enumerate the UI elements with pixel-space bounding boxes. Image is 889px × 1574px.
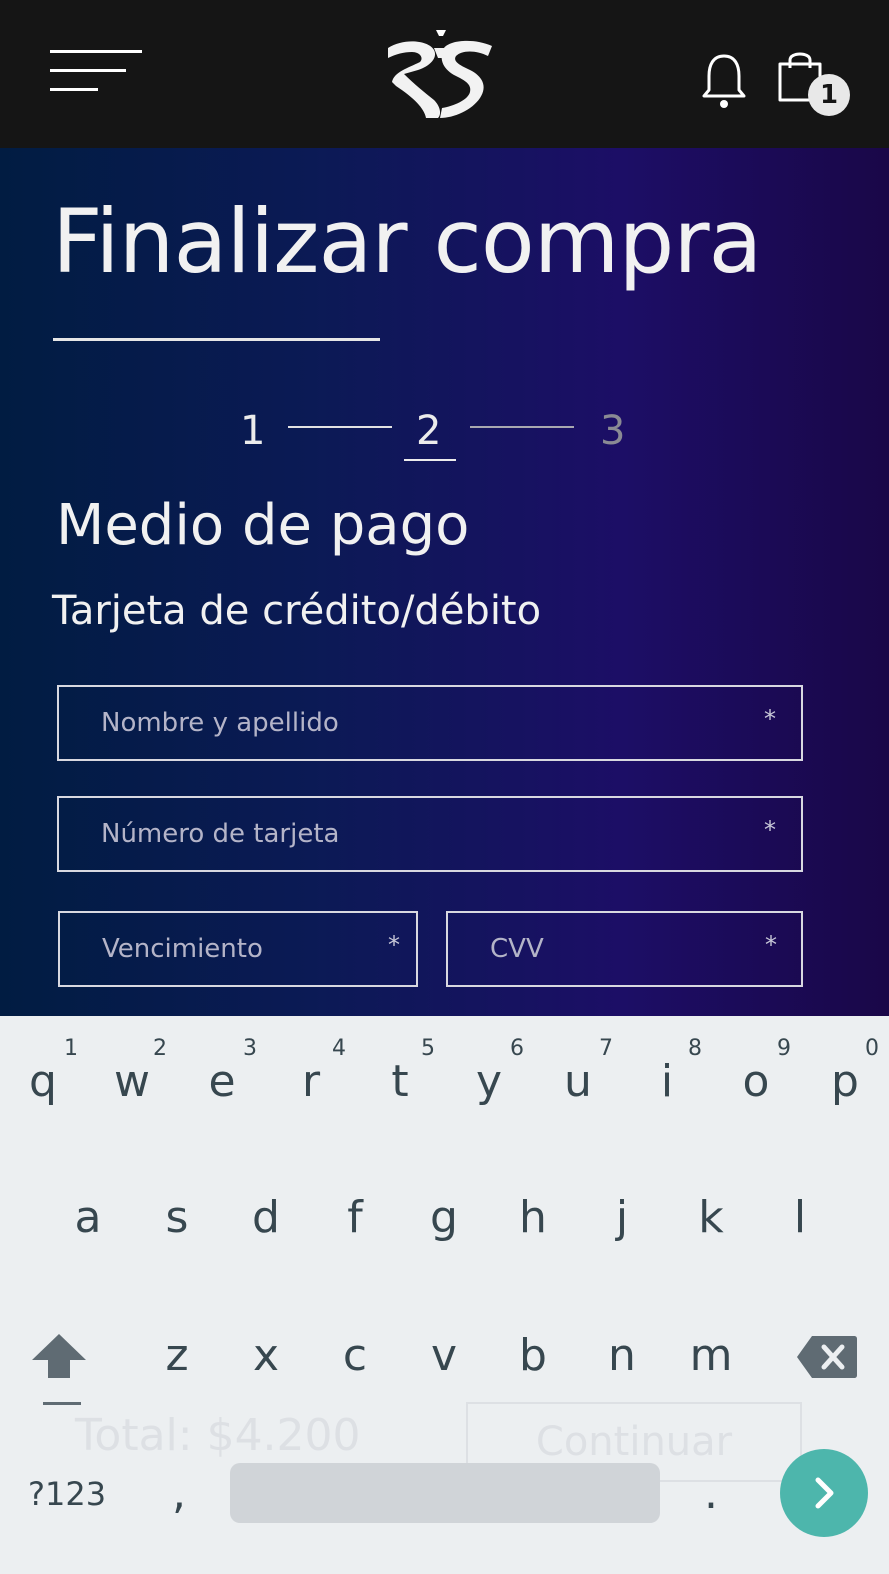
page-title: Finalizar compra — [52, 190, 762, 293]
required-asterisk: * — [765, 931, 777, 959]
key-hint-1: 1 — [64, 1036, 78, 1061]
key-z[interactable]: z — [147, 1330, 207, 1381]
step-1: 1 — [240, 408, 266, 454]
section-subtitle: Tarjeta de crédito/débito — [52, 588, 542, 634]
step-connector — [470, 426, 574, 428]
key-l[interactable]: l — [770, 1192, 830, 1243]
cardholder-name-field[interactable]: * — [57, 685, 803, 761]
key-hint-4: 4 — [332, 1036, 346, 1061]
top-app-bar: 1 — [0, 0, 889, 148]
key-hint-6: 6 — [510, 1036, 524, 1061]
key-f[interactable]: f — [325, 1192, 385, 1243]
key-d[interactable]: d — [236, 1192, 296, 1243]
section-title: Medio de pago — [56, 493, 470, 558]
key-v[interactable]: v — [414, 1330, 474, 1381]
key-hint-8: 8 — [688, 1036, 702, 1061]
cvv-field[interactable]: * — [446, 911, 803, 987]
step-connector — [288, 426, 392, 428]
symbols-key[interactable]: ?123 — [28, 1475, 106, 1513]
key-q[interactable]: q — [13, 1056, 73, 1107]
key-b[interactable]: b — [503, 1330, 563, 1381]
shift-indicator — [43, 1402, 81, 1405]
key-y[interactable]: y — [459, 1056, 519, 1107]
key-s[interactable]: s — [147, 1192, 207, 1243]
chevron-right-icon — [815, 1477, 834, 1509]
key-c[interactable]: c — [325, 1330, 385, 1381]
key-hint-2: 2 — [153, 1036, 167, 1061]
key-x[interactable]: x — [236, 1330, 296, 1381]
key-p[interactable]: p — [815, 1056, 875, 1107]
title-divider — [53, 338, 380, 341]
key-o[interactable]: o — [726, 1056, 786, 1107]
card-number-field[interactable]: * — [57, 796, 803, 872]
required-asterisk: * — [388, 931, 400, 959]
step-3: 3 — [600, 408, 626, 454]
shift-arrow-icon[interactable] — [28, 1330, 90, 1382]
expiry-field[interactable]: * — [58, 911, 418, 987]
period-key[interactable]: . — [696, 1468, 726, 1519]
key-hint-3: 3 — [243, 1036, 257, 1061]
bell-icon[interactable] — [702, 52, 746, 110]
comma-key[interactable]: , — [164, 1468, 194, 1519]
key-i[interactable]: i — [637, 1056, 697, 1107]
brand-logo[interactable] — [384, 28, 496, 122]
cvv-input[interactable] — [448, 913, 801, 985]
key-k[interactable]: k — [681, 1192, 741, 1243]
card-number-input[interactable] — [59, 798, 801, 870]
checkout-content: Finalizar compra 1 2 3 Medio de pago Tar… — [0, 148, 889, 1018]
key-hint-7: 7 — [599, 1036, 613, 1061]
required-asterisk: * — [764, 816, 776, 844]
key-hint-0: 0 — [865, 1036, 879, 1061]
key-n[interactable]: n — [592, 1330, 652, 1381]
key-g[interactable]: g — [414, 1192, 474, 1243]
key-w[interactable]: w — [102, 1056, 162, 1107]
key-hint-5: 5 — [421, 1036, 435, 1061]
cart-count-badge: 1 — [808, 74, 850, 116]
step-2-active: 2 — [416, 408, 442, 454]
key-a[interactable]: a — [58, 1192, 118, 1243]
required-asterisk: * — [764, 705, 776, 733]
backspace-icon[interactable] — [796, 1334, 858, 1380]
key-hint-9: 9 — [777, 1036, 791, 1061]
space-bar[interactable] — [230, 1463, 660, 1523]
expiry-input[interactable] — [60, 913, 416, 985]
active-step-indicator — [404, 459, 456, 461]
hamburger-menu-icon[interactable] — [50, 50, 142, 94]
key-u[interactable]: u — [548, 1056, 608, 1107]
key-t[interactable]: t — [370, 1056, 430, 1107]
key-j[interactable]: j — [592, 1192, 652, 1243]
enter-key[interactable] — [780, 1449, 868, 1537]
key-m[interactable]: m — [681, 1330, 741, 1381]
key-h[interactable]: h — [503, 1192, 563, 1243]
cardholder-name-input[interactable] — [59, 687, 801, 759]
key-r[interactable]: r — [281, 1056, 341, 1107]
key-e[interactable]: e — [192, 1056, 252, 1107]
order-total: Total: $4.200 — [75, 1410, 361, 1461]
